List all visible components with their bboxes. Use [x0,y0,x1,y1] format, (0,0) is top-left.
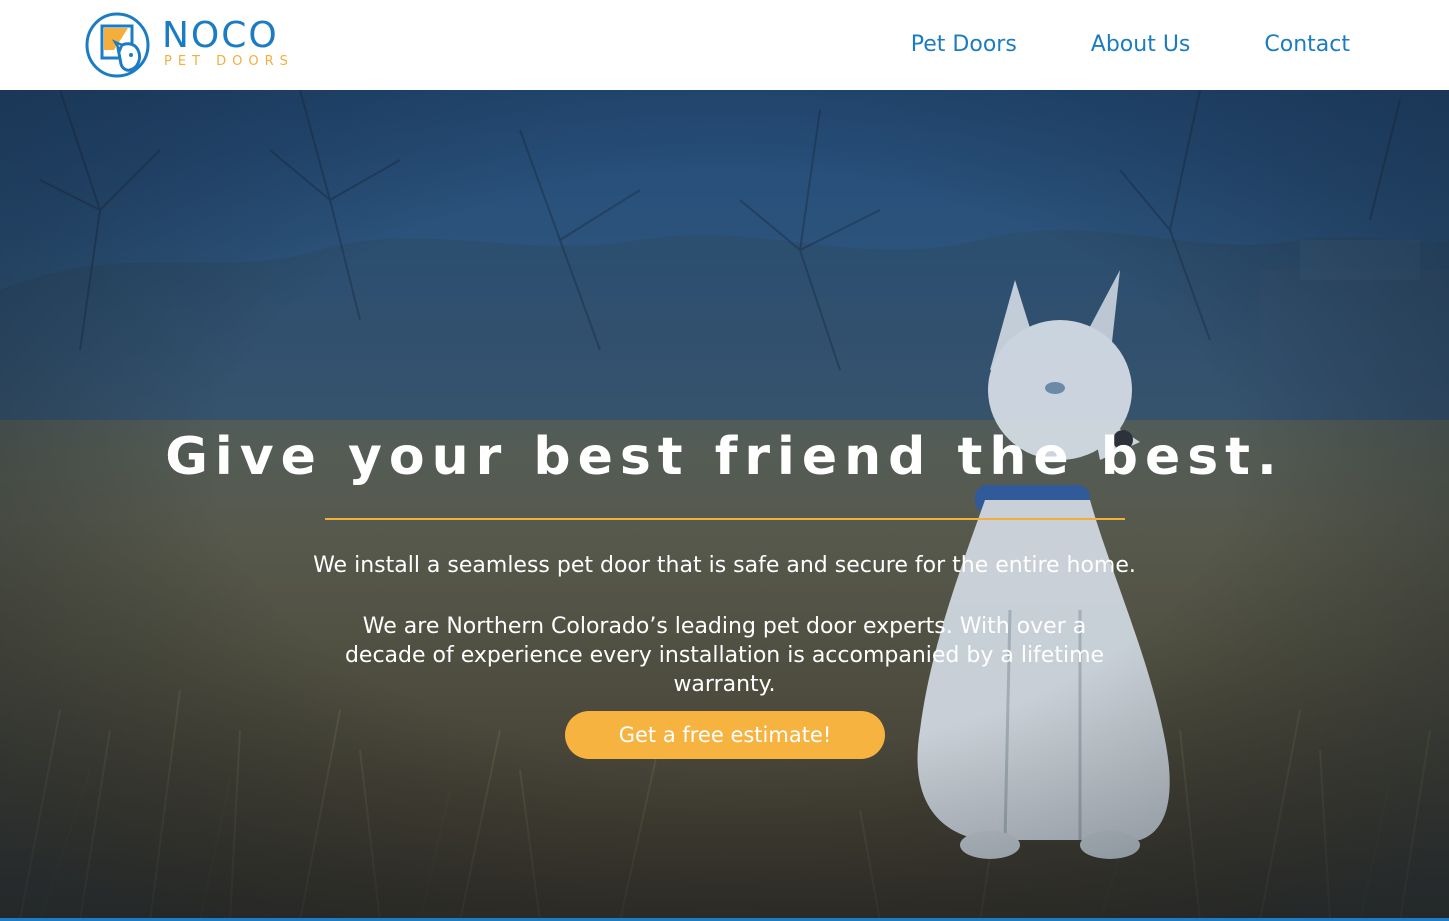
husky-puppy-in-grass-photo [0,90,1449,921]
nav-item-contact[interactable]: Contact [1264,28,1350,62]
hero-section: Give your best friend the best. We insta… [0,90,1449,921]
headline-divider [325,518,1125,520]
hero-headline: Give your best friend the best. [165,427,1284,487]
hero-lead-text: We install a seamless pet door that is s… [313,553,1136,578]
site-header: NOCO PET DOORS Pet Doors About Us Contac… [0,0,1449,90]
brand-logo[interactable]: NOCO PET DOORS [84,12,314,78]
main-nav: Pet Doors About Us Contact [911,28,1350,62]
pet-door-dog-logo-icon [85,12,150,78]
nav-item-pet-doors[interactable]: Pet Doors [911,28,1017,62]
hero-body-text: We are Northern Colorado’s leading pet d… [344,614,1105,697]
brand-tagline: PET DOORS [164,54,294,69]
nav-item-about-us[interactable]: About Us [1091,28,1191,62]
brand-name: NOCO [162,15,279,56]
free-estimate-button[interactable]: Get a free estimate! [565,711,885,759]
